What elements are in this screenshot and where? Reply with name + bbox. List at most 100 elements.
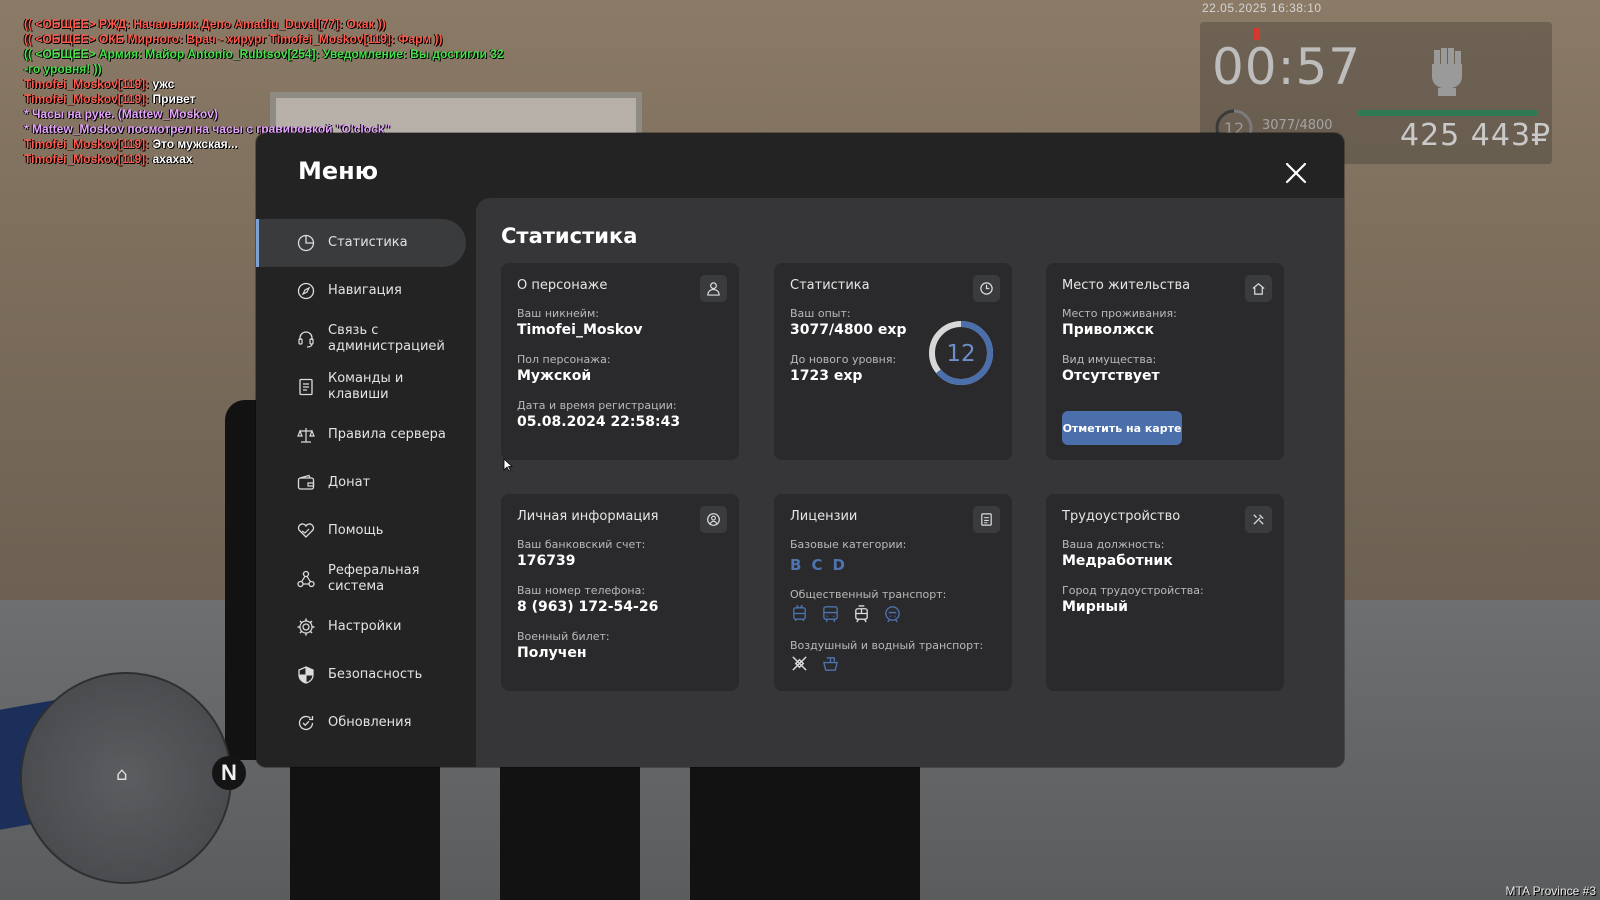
registration-label: Дата и время регистрации: (517, 399, 677, 412)
public-transport-icons (790, 604, 902, 623)
tools-icon[interactable] (1245, 506, 1272, 533)
exp-value: 3077/4800 exp (790, 322, 907, 338)
card-licenses: Лицензии Базовые категории: BCD Обществе… (774, 494, 1012, 691)
sidebar-item-commands[interactable]: Команды и клавиши (256, 363, 466, 411)
chat-text: Timofei_Moskov[119]: (24, 152, 153, 166)
user-icon[interactable] (700, 275, 727, 302)
mark-on-map-button[interactable]: Отметить на карте (1062, 411, 1182, 445)
chat-text: ахахах (152, 152, 193, 166)
chat-text: Это мужская... (152, 137, 238, 151)
airplane-icon (792, 656, 807, 671)
content-panel: Статистика О персонаже Ваш никнейм: Timo… (476, 198, 1344, 767)
work-city-value: Мирный (1062, 599, 1128, 615)
metro-icon (885, 606, 900, 623)
card-residence: Место жительства Место проживания: Приво… (1046, 263, 1284, 460)
card-stats: Статистика Ваш опыт: 3077/4800 exp До но… (774, 263, 1012, 460)
chat-line: (( <ОБЩЕЕ> Армия: Майор Antonio_Rubtsov[… (24, 47, 544, 62)
hud-datetime: 22.05.2025 16:38:10 (1202, 1, 1322, 15)
page-title: Статистика (501, 224, 638, 248)
sidebar-item-label: Команды и клавиши (328, 371, 404, 402)
user-circle-icon[interactable] (700, 506, 727, 533)
menu-title: Меню (298, 157, 379, 185)
shield-icon (298, 666, 314, 684)
menu-sidebar: Статистика Навигация Связь с администрацие… (256, 219, 466, 747)
boat-icon (822, 657, 839, 671)
sidebar-item-server-rules[interactable]: Правила сервера (256, 411, 466, 459)
chat-text: Привет (152, 92, 196, 106)
house-icon[interactable] (1245, 275, 1272, 302)
bank-label: Ваш банковский счет: (517, 538, 646, 551)
level-value: 12 (946, 341, 975, 367)
property-value: Отсутствует (1062, 368, 1160, 384)
sidebar-item-label: Обновления (328, 715, 412, 730)
wallet-icon (297, 474, 315, 490)
card-title: О персонаже (517, 278, 608, 293)
fist-icon (1432, 48, 1462, 96)
chat-line: Timofei_Moskov[119]: Привет (24, 92, 544, 107)
work-city-label: Город трудоустройства: (1062, 584, 1204, 597)
nickname-label: Ваш никнейм: (517, 307, 599, 320)
sidebar-item-label: Статистика (328, 235, 408, 250)
chat-line: Timofei_Moskov[119]: ужс (24, 77, 544, 92)
gender-label: Пол персонажа: (517, 353, 611, 366)
sidebar-item-label: Помощь (328, 523, 384, 538)
handshake-heart-icon (297, 523, 315, 538)
phone-value: 8 (963) 172-54-26 (517, 599, 659, 615)
sidebar-item-help[interactable]: Помощь (256, 507, 466, 555)
military-value: Получен (517, 645, 587, 661)
exp-label: Ваш опыт: (790, 307, 851, 320)
gender-value: Мужской (517, 368, 592, 384)
sidebar-item-label: Настройки (328, 619, 402, 634)
license-card-icon[interactable] (973, 506, 1000, 533)
document-list-icon (299, 378, 313, 396)
mouse-cursor-icon (503, 458, 513, 472)
next-level-label: До нового уровня: (790, 353, 897, 366)
chat-text: Timofei_Moskov[119]: (24, 137, 153, 151)
sidebar-item-updates[interactable]: Обновления (256, 699, 466, 747)
sidebar-item-label: Реферальная система (328, 563, 420, 594)
bus-icon (823, 606, 838, 623)
sidebar-item-navigation[interactable]: Навигация (256, 267, 466, 315)
sidebar-item-label: Безопасность (328, 667, 423, 682)
card-employment: Трудоустройство Ваша должность: Медработ… (1046, 494, 1284, 691)
clock-pie-icon[interactable] (973, 275, 1000, 302)
chat-line: * Часы на руке. (Mattew_Moskov) (24, 107, 544, 122)
compass-icon (297, 282, 315, 300)
close-icon[interactable] (1284, 161, 1308, 185)
position-label: Ваша должность: (1062, 538, 1165, 551)
sidebar-item-label: Связь с администрацией (328, 323, 445, 354)
card-character: О персонаже Ваш никнейм: Timofei_Moskov … (501, 263, 739, 460)
position-value: Медработник (1062, 553, 1173, 569)
server-watermark: MTA Province #3 (1505, 884, 1596, 898)
menu-window: Меню Статистика Навигация Связь с админист… (256, 133, 1344, 767)
bank-value: 176739 (517, 553, 576, 569)
registration-value: 05.08.2024 22:58:43 (517, 414, 681, 430)
base-categories-label: Базовые категории: (790, 538, 907, 551)
chat-line: (( <ОБЩЕЕ> ОКБ Мирного: Врач - хирург Ti… (24, 32, 544, 47)
sidebar-item-referral[interactable]: Реферальная система (256, 555, 466, 603)
refresh-check-icon (298, 715, 314, 731)
sidebar-item-label: Правила сервера (328, 427, 446, 442)
headset-icon (298, 331, 314, 348)
sidebar-item-statistics[interactable]: Статистика (256, 219, 466, 267)
chat-text: (( <ОБЩЕЕ> Армия: Майор Antonio_Rubtsov[… (24, 47, 504, 61)
hud-money: 425 443₽ (1400, 118, 1552, 153)
license-category: B (790, 556, 802, 574)
sidebar-item-label: Навигация (328, 283, 402, 298)
chat-line: (( <ОБЩЕЕ> РЖД: Начальник Депо Amadiu_Du… (24, 17, 544, 32)
phone-label: Ваш номер телефона: (517, 584, 646, 597)
sidebar-item-donate[interactable]: Донат (256, 459, 466, 507)
chat-text: ужс (152, 77, 175, 91)
license-category: D (832, 556, 845, 574)
minimap-north-marker: N (212, 756, 246, 790)
level-progress-ring: 12 (929, 321, 993, 385)
sidebar-item-settings[interactable]: Настройки (256, 603, 466, 651)
home-icon: ⌂ (116, 764, 128, 785)
card-personal: Личная информация Ваш банковский счет: 1… (501, 494, 739, 691)
nickname-value: Timofei_Moskov (517, 322, 643, 338)
sidebar-item-security[interactable]: Безопасность (256, 651, 466, 699)
card-title: Личная информация (517, 509, 659, 524)
sidebar-item-admin-contact[interactable]: Связь с администрацией (256, 315, 466, 363)
military-label: Военный билет: (517, 630, 610, 643)
residence-label: Место проживания: (1062, 307, 1177, 320)
